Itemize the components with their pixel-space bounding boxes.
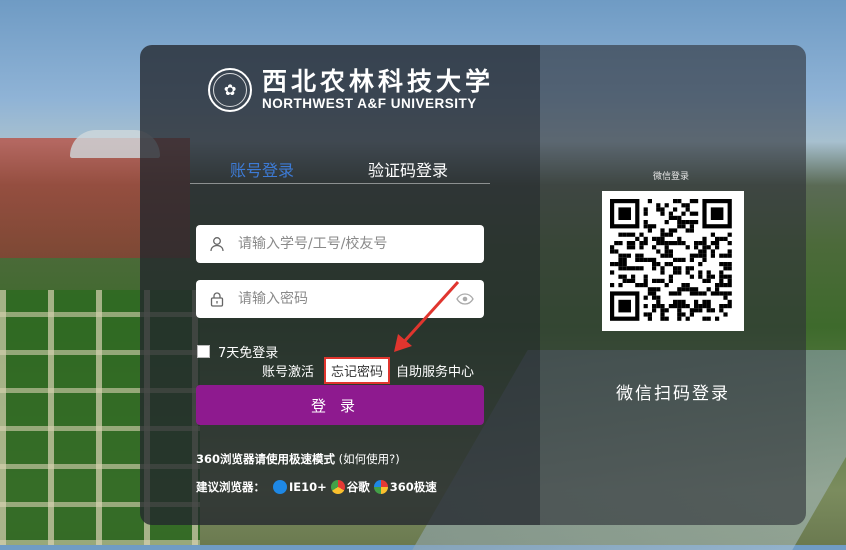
activate-account-link[interactable]: 账号激活 (262, 361, 314, 380)
wechat-login-area: 微信登录 微信扫码登录 (540, 45, 806, 525)
suggested-browsers: 建议浏览器： IE10+ 谷歌 360极速 (196, 479, 441, 495)
chrome-icon (330, 480, 345, 494)
user-icon (208, 235, 226, 253)
qr-caption: 微信登录 (653, 172, 690, 182)
suggested-label: 建议浏览器： (196, 480, 265, 494)
browser-chrome: 谷歌 (330, 479, 370, 495)
browser-help-link[interactable]: (如何使用?) (339, 452, 400, 466)
forgot-password-link[interactable]: 忘记密码 (324, 356, 391, 384)
self-service-link[interactable]: 自助服务中心 (396, 361, 474, 380)
wechat-scan-title: 微信扫码登录 (616, 384, 730, 404)
tab-account-login[interactable]: 账号登录 (230, 157, 294, 181)
lock-icon (208, 290, 226, 308)
360-browser-icon (373, 480, 388, 494)
qr-code[interactable] (602, 191, 744, 331)
login-form-area: ✿ 西北农林科技大学 NORTHWEST A&F UNIVERSITY 账号登录… (140, 45, 540, 525)
university-name-cn: 西北农林科技大学 (262, 67, 495, 96)
browser-note-text: 360浏览器请使用极速模式 (196, 452, 336, 466)
password-input[interactable] (236, 283, 456, 315)
login-panel: ✿ 西北农林科技大学 NORTHWEST A&F UNIVERSITY 账号登录… (140, 45, 806, 525)
browser-ie: IE10+ (273, 480, 327, 494)
tab-code-login[interactable]: 验证码登录 (368, 157, 448, 181)
university-seal-icon: ✿ (208, 68, 252, 112)
account-links: 账号激活 忘记密码 自助服务中心 (262, 356, 474, 384)
university-name-en: NORTHWEST A&F UNIVERSITY (262, 96, 477, 111)
university-logo: ✿ 西北农林科技大学 NORTHWEST A&F UNIVERSITY (208, 67, 494, 113)
qr-code-icon (610, 199, 732, 321)
browser-360: 360极速 (373, 479, 437, 495)
eye-icon[interactable] (456, 290, 474, 308)
ie-icon (273, 480, 287, 494)
browser-note: 360浏览器请使用极速模式 (如何使用?) (196, 451, 400, 467)
password-field[interactable] (196, 280, 484, 318)
login-tabs: 账号登录 验证码登录 (190, 155, 490, 184)
remember-checkbox[interactable] (197, 345, 210, 358)
username-input[interactable] (236, 228, 484, 260)
username-field[interactable] (196, 225, 484, 263)
login-button[interactable]: 登录 (196, 385, 484, 425)
